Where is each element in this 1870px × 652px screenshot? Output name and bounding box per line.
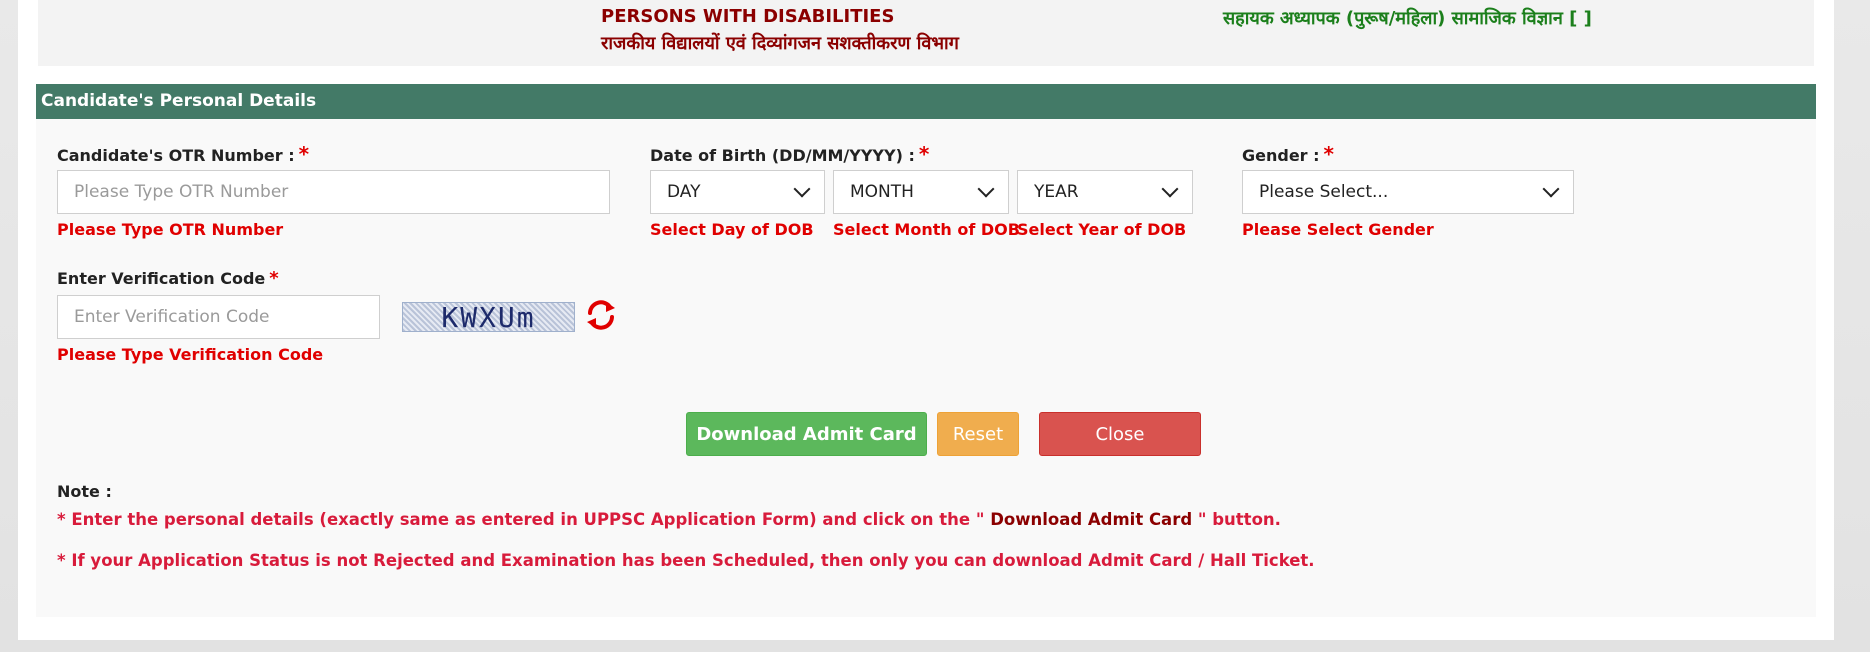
verification-label: Enter Verification Code * (57, 268, 279, 289)
dob-month-select[interactable]: MONTH (833, 170, 1009, 214)
dob-year-value: YEAR (1034, 182, 1079, 202)
chevron-down-icon (1542, 180, 1560, 198)
gender-label: Gender : * (1242, 142, 1334, 166)
close-button[interactable]: Close (1039, 412, 1201, 456)
required-mark: * (918, 142, 930, 166)
otr-input[interactable] (57, 170, 610, 214)
note-line-1-post: " button. (1192, 510, 1281, 529)
required-mark: * (1323, 142, 1335, 166)
chevron-down-icon (1161, 180, 1179, 198)
section-header: Candidate's Personal Details (36, 84, 1816, 119)
otr-error: Please Type OTR Number (57, 220, 284, 239)
dob-month-value: MONTH (850, 182, 914, 202)
note-line-1-bold: Download Admit Card (990, 510, 1193, 529)
post-title: सहायक अध्यापक (पुरूष/महिला) सामाजिक विज्… (1223, 8, 1592, 29)
required-mark: * (269, 268, 279, 289)
verification-input[interactable] (57, 295, 380, 339)
page: PERSONS WITH DISABILITIES राजकीय विद्याल… (0, 0, 1870, 652)
gender-value: Please Select... (1259, 182, 1389, 202)
note-line-1-pre: * Enter the personal details (exactly sa… (57, 510, 991, 529)
department-title-en: PERSONS WITH DISABILITIES (601, 6, 895, 27)
download-admit-card-button[interactable]: Download Admit Card (686, 412, 927, 456)
dob-day-error: Select Day of DOB (650, 220, 814, 239)
reset-button[interactable]: Reset (937, 412, 1019, 456)
note-label: Note : (57, 482, 112, 501)
dob-month-error: Select Month of DOB (833, 220, 1020, 239)
dob-day-select[interactable]: DAY (650, 170, 825, 214)
verification-label-text: Enter Verification Code (57, 269, 266, 288)
required-mark: * (298, 142, 310, 166)
top-banner: PERSONS WITH DISABILITIES राजकीय विद्याल… (38, 0, 1814, 66)
dob-year-select[interactable]: YEAR (1017, 170, 1193, 214)
content-panel: PERSONS WITH DISABILITIES राजकीय विद्याल… (18, 0, 1834, 640)
dob-day-value: DAY (667, 182, 701, 202)
department-title-hi: राजकीय विद्यालयों एवं दिव्यांगजन सशक्तीक… (601, 33, 959, 54)
note-line-1: * Enter the personal details (exactly sa… (57, 510, 1281, 529)
verification-error: Please Type Verification Code (57, 345, 324, 364)
chevron-down-icon (793, 180, 811, 198)
otr-label: Candidate's OTR Number : * (57, 142, 309, 166)
chevron-down-icon (977, 180, 995, 198)
otr-label-text: Candidate's OTR Number : (57, 146, 295, 165)
gender-select[interactable]: Please Select... (1242, 170, 1574, 214)
captcha-image: KWXUm (402, 301, 575, 334)
dob-label-text: Date of Birth (DD/MM/YYYY) : (650, 146, 915, 165)
note-line-2: * If your Application Status is not Reje… (57, 551, 1315, 570)
gender-label-text: Gender : (1242, 146, 1320, 165)
dob-label: Date of Birth (DD/MM/YYYY) : * (650, 142, 929, 166)
gender-error: Please Select Gender (1242, 220, 1434, 239)
dob-year-error: Select Year of DOB (1017, 220, 1187, 239)
refresh-icon[interactable] (584, 298, 618, 332)
